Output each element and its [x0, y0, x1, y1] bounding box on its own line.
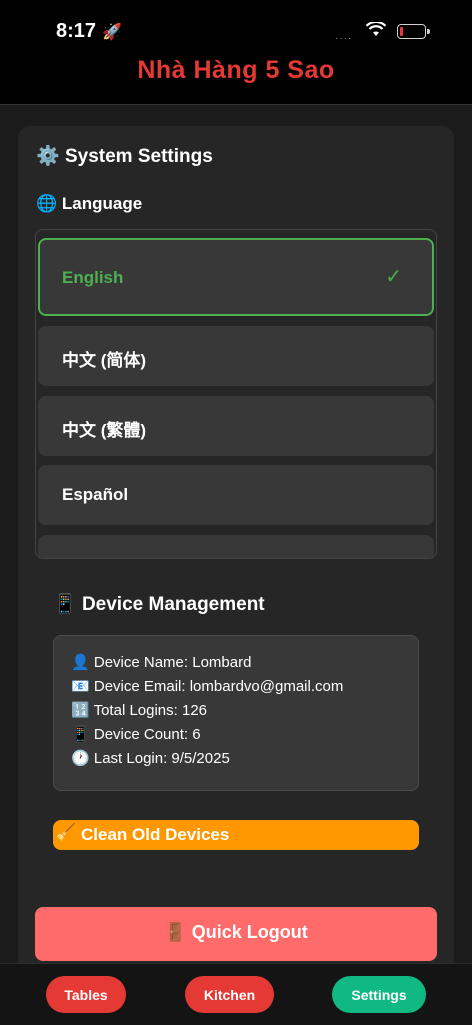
quick-logout-label: Quick Logout	[191, 922, 308, 942]
email-icon: 📧	[71, 678, 90, 695]
gear-icon: ⚙️	[36, 146, 60, 167]
bottom-tab-bar: Tables Kitchen Settings	[0, 963, 472, 1025]
device-management-heading: 📱 Device Management	[53, 592, 265, 616]
device-name-text: Device Name: Lombard	[93, 654, 252, 671]
total-logins-text: Total Logins: 126	[93, 702, 208, 719]
tab-settings-label: Settings	[351, 987, 407, 1003]
device-email-text: Device Email: lombardvo@gmail.com	[93, 678, 344, 695]
clean-old-devices-button[interactable]: 🧹 Clean Old Devices	[53, 820, 419, 850]
device-count-row: 📱 Device Count: 6	[71, 725, 201, 743]
cellular-signal-icon: ····	[335, 33, 353, 44]
last-login-text: Last Login: 9/5/2025	[93, 750, 230, 767]
mobile-phone-icon: 📱	[53, 594, 77, 615]
total-logins-row: 🔢 Total Logins: 126	[71, 701, 207, 719]
language-title: Language	[61, 194, 143, 213]
language-list[interactable]: English ✓ 中文 (简体) 中文 (繁體) Español	[35, 229, 437, 559]
system-settings-title: System Settings	[64, 146, 213, 167]
device-name-row: 👤 Device Name: Lombard	[71, 653, 251, 671]
language-option-spanish[interactable]: Español	[38, 465, 434, 525]
device-email-row: 📧 Device Email: lombardvo@gmail.com	[71, 677, 343, 695]
app-title: Nhà Hàng 5 Sao	[137, 56, 335, 84]
device-count-text: Device Count: 6	[93, 726, 201, 743]
app-header: Nhà Hàng 5 Sao	[0, 56, 472, 105]
language-heading: 🌐 Language	[36, 194, 142, 214]
language-option-label: 中文 (简体)	[62, 351, 147, 370]
numbers-icon: 🔢	[71, 702, 90, 719]
mobile-phone-icon: 📱	[71, 726, 90, 743]
settings-panel: ⚙️ System Settings 🌐 Language English ✓ …	[18, 126, 454, 1006]
tab-settings[interactable]: Settings	[332, 976, 426, 1013]
language-option-zh-hans[interactable]: 中文 (简体)	[38, 326, 434, 386]
system-settings-heading: ⚙️ System Settings	[36, 144, 213, 168]
tab-kitchen-label: Kitchen	[203, 987, 256, 1003]
clock-icon: 🕐	[71, 750, 90, 767]
last-login-row: 🕐 Last Login: 9/5/2025	[71, 749, 230, 767]
language-option-label: English	[62, 268, 124, 287]
quick-logout-button[interactable]: 🚪 Quick Logout	[35, 907, 437, 961]
device-management-title: Device Management	[81, 594, 265, 615]
tab-kitchen[interactable]: Kitchen	[185, 976, 274, 1013]
status-time: 8:17	[56, 20, 97, 42]
wifi-icon	[365, 20, 387, 43]
checkmark-icon: ✓	[385, 266, 402, 288]
language-option-label: 中文 (繁體)	[62, 421, 147, 440]
user-icon: 👤	[71, 654, 90, 671]
globe-icon: 🌐	[36, 194, 58, 213]
quick-logout-label-row: 🚪 Quick Logout	[35, 922, 437, 943]
language-option-zh-hant[interactable]: 中文 (繁體)	[38, 396, 434, 456]
tab-tables[interactable]: Tables	[46, 976, 126, 1013]
language-option-english[interactable]: English ✓	[38, 238, 434, 316]
broom-icon: 🧹	[55, 823, 77, 842]
door-icon: 🚪	[164, 922, 187, 942]
tab-tables-label: Tables	[64, 987, 108, 1003]
language-option-label: Español	[62, 485, 129, 504]
status-bar: 8:17 🚀 ····	[0, 0, 472, 56]
language-option-partial[interactable]	[38, 535, 434, 558]
clean-old-devices-label: Clean Old Devices	[81, 825, 230, 844]
battery-icon	[397, 24, 430, 39]
device-info-card: 👤 Device Name: Lombard 📧 Device Email: l…	[53, 635, 419, 791]
rocket-icon: 🚀	[102, 24, 122, 41]
